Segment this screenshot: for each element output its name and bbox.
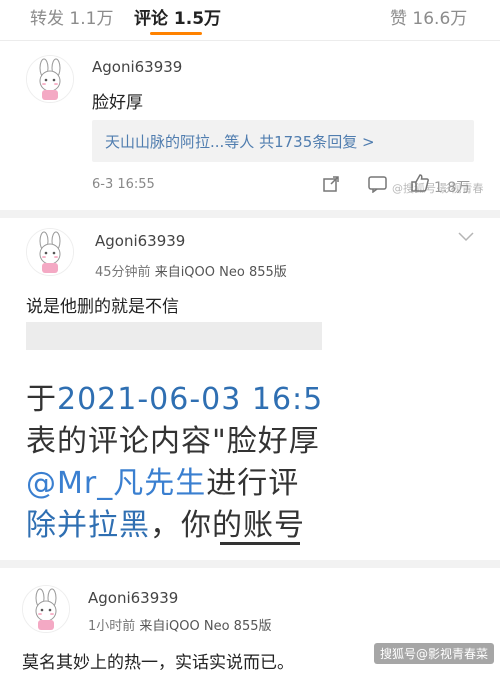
notice-line-3: @Mr_凡先生进行评 (26, 458, 299, 502)
comment-icon[interactable] (368, 175, 388, 197)
tab-likes[interactable]: 赞 16.6万 (390, 4, 467, 29)
replies-count: 共1735条回复 > (259, 133, 375, 151)
comment-time: 6-3 16:55 (92, 177, 155, 192)
notice-line-1: 于2021-06-03 16:5 (26, 374, 322, 418)
deletion-notice-crop: 于2021-06-03 16:5 表的评论内容"脸好厚 @Mr_凡先生进行评 除… (26, 360, 322, 540)
comment-text: 说是他删的就是不信 (26, 297, 179, 317)
redacted-bar (26, 322, 322, 350)
tab-comments[interactable]: 评论 1.5万 (134, 4, 221, 29)
notice-line-3-rest: 进行评 (206, 466, 300, 501)
replies-preview[interactable]: 天山山脉的阿拉...等人 共1735条回复 > (92, 120, 474, 162)
chevron-down-icon[interactable] (458, 230, 474, 246)
cropped-text-fragment (220, 542, 300, 545)
tab-likes-count: 16.6万 (412, 9, 468, 29)
tab-bar: 转发 1.1万 评论 1.5万 赞 16.6万 (0, 0, 500, 40)
comment-username[interactable]: Agoni63939 (92, 58, 182, 76)
comment-time-ago: 1小时前 (88, 619, 136, 634)
tab-reposts-label: 转发 (30, 9, 64, 29)
bunny-avatar-icon (27, 229, 73, 275)
like-count: 1.8万 (434, 180, 471, 196)
tab-comments-count: 1.5万 (173, 9, 222, 29)
avatar[interactable] (26, 228, 74, 276)
notice-prefix: 于 (26, 382, 57, 417)
tab-reposts-count: 1.1万 (69, 9, 114, 29)
avatar[interactable] (26, 55, 74, 103)
section-divider (0, 560, 500, 568)
comment-text: 脸好厚 (92, 93, 143, 113)
comment-username[interactable]: Agoni63939 (88, 589, 178, 607)
comment-username[interactable]: Agoni63939 (95, 232, 185, 250)
footer-watermark: 搜狐号@影视青春菜 (373, 643, 494, 664)
comment-meta: 45分钟前 来自iQOO Neo 855版 (95, 261, 287, 280)
tab-reposts[interactable]: 转发 1.1万 (30, 4, 113, 29)
tab-divider (0, 40, 500, 41)
like-icon[interactable] (410, 173, 430, 197)
replies-names: 天山山脉的阿拉...等人 (105, 133, 255, 151)
tab-comments-label: 评论 (134, 9, 168, 29)
comment-text: 莫名其妙上的热一，实话实说而已。 (22, 653, 294, 673)
avatar[interactable] (22, 585, 70, 633)
notice-date: 2021-06-03 16:5 (57, 382, 322, 417)
notice-line-2: 表的评论内容"脸好厚 (26, 424, 320, 459)
active-tab-indicator (150, 32, 202, 35)
share-icon[interactable] (322, 175, 340, 197)
notice-line-4-rest: ，你的账号 (150, 508, 305, 540)
section-divider (0, 210, 500, 218)
comment-time-ago: 45分钟前 (95, 265, 151, 280)
tab-likes-label: 赞 (390, 9, 407, 29)
notice-line-4: 除并拉黑，你的账号 (26, 500, 305, 540)
comment-source: 来自iQOO Neo 855版 (139, 619, 272, 634)
bunny-avatar-icon (23, 586, 69, 632)
comment-meta: 1小时前 来自iQOO Neo 855版 (88, 615, 272, 634)
notice-line-4-prefix: 除并拉黑 (26, 508, 150, 540)
notice-mention: @Mr_凡先生 (26, 466, 207, 501)
bunny-avatar-icon (27, 56, 73, 102)
comment-source: 来自iQOO Neo 855版 (154, 265, 287, 280)
